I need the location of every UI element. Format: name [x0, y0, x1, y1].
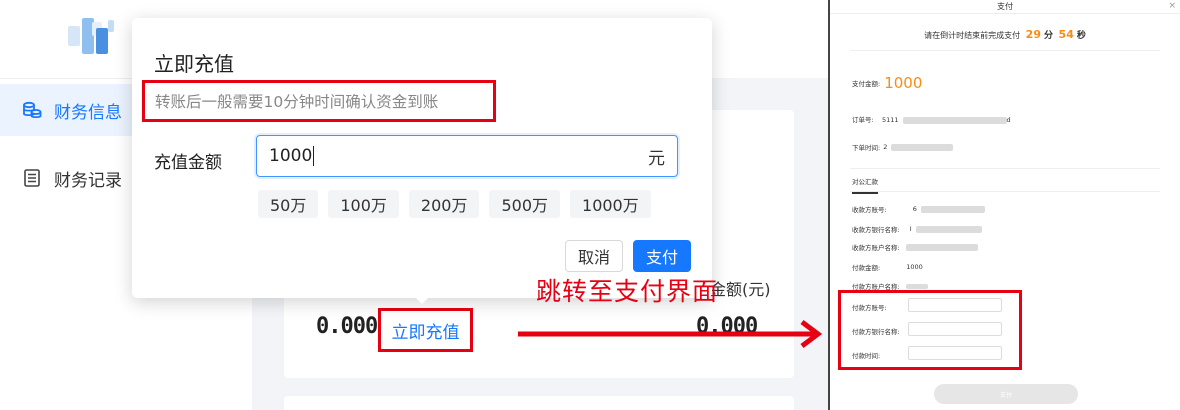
divider: [850, 168, 1160, 169]
amount-input-value: 1000: [269, 146, 313, 166]
amount-input[interactable]: 1000 元: [256, 135, 678, 177]
order-time-prefix: 2: [883, 143, 888, 151]
receiver-name-label: 收款方账户名称:: [852, 244, 900, 252]
receiver-account-prefix: 6: [912, 205, 917, 213]
coins-icon: [22, 100, 42, 120]
receiver-bank-prefix: I: [909, 225, 912, 233]
highlight-box: [838, 290, 1022, 370]
secondary-card: [284, 396, 794, 410]
recharge-modal: 立即充值 转账后一般需要10分钟时间确认资金到账 充值金额 1000 元 50万…: [132, 18, 712, 298]
countdown-prefix: 请在倒计时结束前完成支付: [924, 31, 1021, 40]
order-suffix: d: [1006, 116, 1011, 124]
close-icon[interactable]: ×: [1168, 1, 1176, 11]
recharge-link[interactable]: 立即充值: [378, 308, 473, 352]
pay-amount-value: 1000: [884, 74, 923, 92]
list-icon: [22, 168, 42, 188]
modal-tip: 转账后一般需要10分钟时间确认资金到账: [142, 80, 496, 122]
countdown-seconds-unit: 秒: [1076, 31, 1086, 41]
receiver-bank-row: 收款方银行名称: I: [852, 224, 982, 234]
payment-panel: 支付 × 请在倒计时结束前完成支付 29 分 54 秒 支付金额: 1000 订单号…: [828, 0, 1180, 410]
modal-pointer: [415, 297, 429, 304]
pay-amount-row: 支付金额: 1000: [852, 74, 922, 92]
preset-500w[interactable]: 500万: [489, 190, 561, 218]
preset-100w[interactable]: 100万: [328, 190, 399, 218]
cancel-button[interactable]: 取消: [565, 240, 623, 272]
amount-label: 充值金额: [154, 153, 222, 173]
redacted: [920, 205, 985, 213]
submit-button[interactable]: 支付: [934, 384, 1078, 404]
modal-title: 立即充值: [154, 52, 234, 76]
redacted: [915, 225, 982, 233]
balance-amount-left: 0.000: [316, 314, 378, 339]
logo: [66, 12, 116, 58]
text-cursor: [313, 146, 315, 166]
amount-unit: 元: [648, 148, 665, 169]
order-label: 订单号:: [852, 116, 874, 124]
preset-200w[interactable]: 200万: [408, 190, 480, 218]
sidebar-item-label: 财务信息: [54, 102, 122, 123]
receiver-bank-label: 收款方银行名称:: [852, 226, 900, 234]
arrow-right-icon: [518, 320, 823, 348]
divider: [850, 191, 1160, 192]
preset-50w[interactable]: 50万: [258, 190, 319, 218]
order-time-label: 下单时间:: [852, 144, 881, 152]
countdown-seconds: 54: [1058, 28, 1074, 41]
countdown: 请在倒计时结束前完成支付 29 分 54 秒: [830, 28, 1180, 41]
preset-1000w[interactable]: 1000万: [570, 190, 651, 218]
payment-title: 支付: [997, 2, 1013, 11]
order-prefix: 5111: [882, 116, 899, 124]
order-time-row: 下单时间: 2: [852, 142, 954, 152]
redacted: [902, 116, 1007, 124]
pay-button[interactable]: 支付: [633, 240, 691, 272]
divider: [850, 50, 1160, 51]
pay-amount-info-label: 付款金额:: [852, 264, 881, 272]
annotation-text: 跳转至支付界面: [536, 277, 719, 306]
pay-amount-label: 支付金额:: [852, 80, 881, 88]
pay-amount-info-value: 1000: [906, 263, 923, 271]
payment-header: 支付: [830, 0, 1180, 14]
receiver-name-row: 收款方账户名称:: [852, 242, 978, 252]
pay-amount-info-row: 付款金额: 1000: [852, 262, 923, 272]
preset-amounts: 50万 100万 200万 500万 1000万: [258, 190, 651, 218]
redacted: [905, 243, 978, 251]
receiver-account-label: 收款方账号:: [852, 206, 887, 214]
sidebar-item-label: 财务记录: [54, 170, 122, 191]
countdown-minutes: 29: [1025, 28, 1041, 41]
order-row: 订单号: 5111 d: [852, 116, 1011, 124]
redacted: [905, 283, 928, 289]
receiver-account-row: 收款方账号: 6: [852, 204, 985, 214]
countdown-minutes-unit: 分: [1043, 31, 1053, 41]
redacted: [891, 143, 954, 151]
